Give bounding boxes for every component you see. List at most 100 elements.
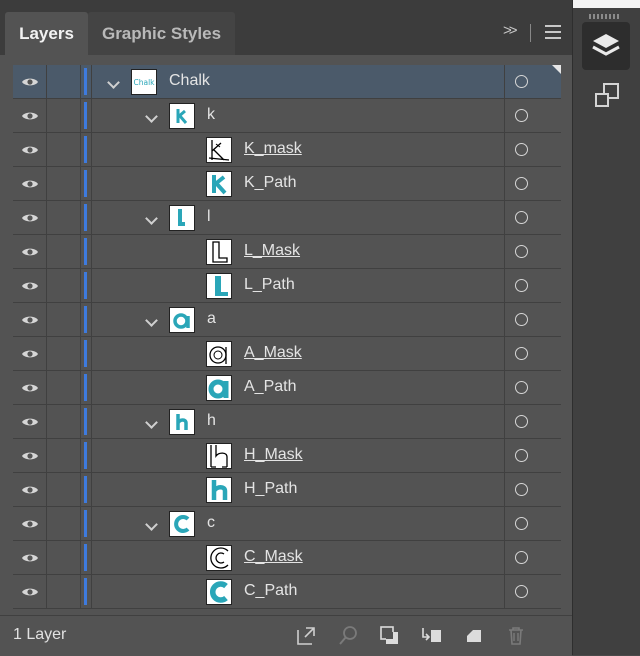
row-divider bbox=[91, 65, 92, 98]
target-circle-icon[interactable] bbox=[515, 483, 528, 496]
collapse-icon[interactable]: >> bbox=[503, 22, 517, 39]
tab-layers[interactable]: Layers bbox=[5, 12, 88, 55]
layer-row[interactable]: A_Mask bbox=[13, 337, 561, 371]
visibility-toggle[interactable] bbox=[13, 99, 47, 132]
lock-toggle[interactable] bbox=[47, 269, 81, 302]
layer-name[interactable]: l bbox=[207, 208, 211, 226]
layer-name[interactable]: c bbox=[207, 514, 215, 532]
layer-name[interactable]: H_Path bbox=[244, 480, 297, 498]
visibility-toggle[interactable] bbox=[13, 303, 47, 336]
chevron-down-icon[interactable] bbox=[145, 518, 158, 531]
lock-toggle[interactable] bbox=[47, 405, 81, 438]
layer-row[interactable]: Chalk Chalk bbox=[13, 65, 561, 99]
target-circle-icon[interactable] bbox=[515, 517, 528, 530]
layer-name[interactable]: k bbox=[207, 106, 215, 124]
layers-panel-button[interactable] bbox=[582, 22, 630, 70]
lock-toggle[interactable] bbox=[47, 201, 81, 234]
layer-name[interactable]: K_Path bbox=[244, 174, 296, 192]
layer-name[interactable]: L_Path bbox=[244, 276, 295, 294]
visibility-toggle[interactable] bbox=[13, 439, 47, 472]
lock-toggle[interactable] bbox=[47, 99, 81, 132]
layer-row[interactable]: C_Path bbox=[13, 575, 561, 609]
layer-row[interactable]: C_Mask bbox=[13, 541, 561, 575]
layer-name[interactable]: L_Mask bbox=[244, 242, 300, 260]
chevron-down-icon[interactable] bbox=[107, 76, 120, 89]
lock-toggle[interactable] bbox=[47, 65, 81, 98]
layer-name[interactable]: A_Mask bbox=[244, 344, 302, 362]
target-circle-icon[interactable] bbox=[515, 313, 528, 326]
layer-name[interactable]: A_Path bbox=[244, 378, 296, 396]
target-circle-icon[interactable] bbox=[515, 551, 528, 564]
layer-row[interactable]: k bbox=[13, 99, 561, 133]
layer-row[interactable]: K_Path bbox=[13, 167, 561, 201]
new-layer-icon[interactable] bbox=[462, 624, 486, 648]
panel-menu-icon[interactable] bbox=[545, 25, 561, 39]
create-sublayer-icon[interactable] bbox=[420, 624, 444, 648]
export-icon[interactable] bbox=[294, 624, 318, 648]
layer-name[interactable]: h bbox=[207, 412, 216, 430]
lock-toggle[interactable] bbox=[47, 439, 81, 472]
layer-row[interactable]: l bbox=[13, 201, 561, 235]
visibility-toggle[interactable] bbox=[13, 201, 47, 234]
target-circle-icon[interactable] bbox=[515, 585, 528, 598]
lock-toggle[interactable] bbox=[47, 337, 81, 370]
visibility-toggle[interactable] bbox=[13, 269, 47, 302]
chevron-down-icon[interactable] bbox=[145, 110, 158, 123]
lock-toggle[interactable] bbox=[47, 235, 81, 268]
visibility-toggle[interactable] bbox=[13, 405, 47, 438]
layer-name[interactable]: Chalk bbox=[169, 72, 210, 90]
visibility-toggle[interactable] bbox=[13, 541, 47, 574]
layer-row[interactable]: c bbox=[13, 507, 561, 541]
artboards-panel-button[interactable] bbox=[582, 74, 630, 122]
lock-toggle[interactable] bbox=[47, 541, 81, 574]
layer-name[interactable]: C_Mask bbox=[244, 548, 303, 566]
layer-name[interactable]: K_mask bbox=[244, 140, 302, 158]
visibility-toggle[interactable] bbox=[13, 167, 47, 200]
chevron-down-icon[interactable] bbox=[145, 314, 158, 327]
lock-toggle[interactable] bbox=[47, 133, 81, 166]
target-circle-icon[interactable] bbox=[515, 347, 528, 360]
lock-toggle[interactable] bbox=[47, 507, 81, 540]
visibility-toggle[interactable] bbox=[13, 473, 47, 506]
tab-graphic-styles[interactable]: Graphic Styles bbox=[88, 12, 235, 55]
visibility-toggle[interactable] bbox=[13, 65, 47, 98]
delete-icon[interactable] bbox=[504, 624, 528, 648]
target-circle-icon[interactable] bbox=[515, 245, 528, 258]
layer-row[interactable]: A_Path bbox=[13, 371, 561, 405]
chevron-down-icon[interactable] bbox=[145, 416, 158, 429]
target-circle-icon[interactable] bbox=[515, 177, 528, 190]
layer-row[interactable]: h bbox=[13, 405, 561, 439]
target-circle-icon[interactable] bbox=[515, 143, 528, 156]
target-circle-icon[interactable] bbox=[515, 449, 528, 462]
make-clipping-mask-icon[interactable] bbox=[378, 624, 402, 648]
layer-row[interactable]: H_Path bbox=[13, 473, 561, 507]
target-circle-icon[interactable] bbox=[515, 415, 528, 428]
layer-row[interactable]: L_Path bbox=[13, 269, 561, 303]
target-circle-icon[interactable] bbox=[515, 75, 528, 88]
layer-name[interactable]: C_Path bbox=[244, 582, 297, 600]
layer-row[interactable]: L_Mask bbox=[13, 235, 561, 269]
lock-toggle[interactable] bbox=[47, 473, 81, 506]
visibility-toggle[interactable] bbox=[13, 371, 47, 404]
layer-name[interactable]: a bbox=[207, 310, 216, 328]
visibility-toggle[interactable] bbox=[13, 337, 47, 370]
visibility-toggle[interactable] bbox=[13, 133, 47, 166]
drag-grip[interactable] bbox=[589, 14, 621, 19]
target-circle-icon[interactable] bbox=[515, 279, 528, 292]
visibility-toggle[interactable] bbox=[13, 575, 47, 608]
target-circle-icon[interactable] bbox=[515, 109, 528, 122]
layer-row[interactable]: a bbox=[13, 303, 561, 337]
locate-object-icon[interactable] bbox=[336, 624, 360, 648]
lock-toggle[interactable] bbox=[47, 371, 81, 404]
lock-toggle[interactable] bbox=[47, 303, 81, 336]
layer-row[interactable]: K_mask bbox=[13, 133, 561, 167]
visibility-toggle[interactable] bbox=[13, 507, 47, 540]
layer-row[interactable]: H_Mask bbox=[13, 439, 561, 473]
lock-toggle[interactable] bbox=[47, 575, 81, 608]
target-circle-icon[interactable] bbox=[515, 211, 528, 224]
target-circle-icon[interactable] bbox=[515, 381, 528, 394]
chevron-down-icon[interactable] bbox=[145, 212, 158, 225]
visibility-toggle[interactable] bbox=[13, 235, 47, 268]
lock-toggle[interactable] bbox=[47, 167, 81, 200]
layer-name[interactable]: H_Mask bbox=[244, 446, 303, 464]
